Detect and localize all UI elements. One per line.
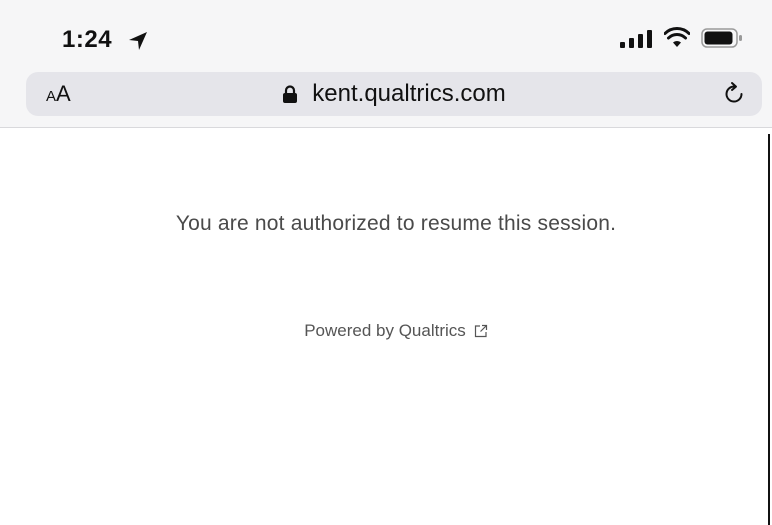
lock-icon [283,85,298,103]
external-link-icon [474,324,487,338]
url-container: kent.qualtrics.com [26,72,762,116]
status-bar: 1:24 [0,0,772,70]
powered-by-text: Powered by Qualtrics [304,321,466,340]
text-size-button[interactable]: AA [46,72,71,116]
text-size-large-label: A [56,81,71,106]
powered-by-qualtrics-link[interactable]: Powered by Qualtrics [304,321,488,341]
battery-icon [701,28,742,48]
url-text: kent.qualtrics.com [312,80,506,107]
wifi-icon [664,27,690,47]
url-field[interactable]: kent.qualtrics.com [282,72,506,116]
reload-icon[interactable] [720,80,748,108]
scroll-edge [768,134,770,525]
page-content: You are not authorized to resume this se… [0,128,772,525]
address-bar[interactable]: AA kent.qualtrics.com [26,72,762,116]
location-arrow-icon [129,32,147,50]
powered-by-footer: Powered by Qualtrics [0,321,772,341]
error-message: You are not authorized to resume this se… [175,212,617,235]
status-time: 1:24 [62,26,113,53]
cellular-signal-icon [620,30,652,48]
text-size-small-label: A [46,88,57,105]
browser-screen: 1:24 AA kent.qualtrics.com You are not a… [0,0,772,525]
browser-chrome: 1:24 AA kent.qualtrics.com [0,0,772,128]
